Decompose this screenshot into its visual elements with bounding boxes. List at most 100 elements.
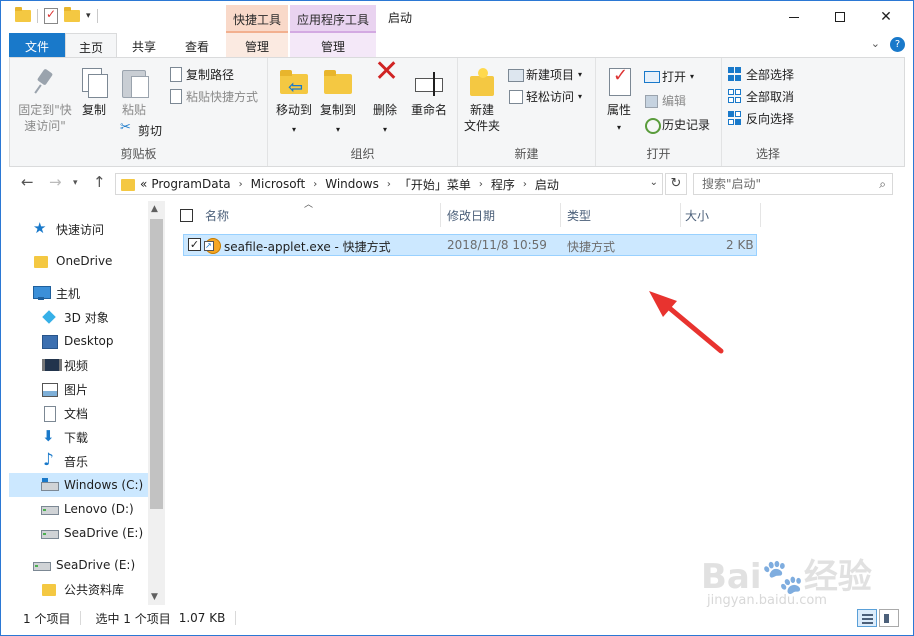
refresh-button[interactable]: ↻ [665,173,687,195]
rename-button[interactable]: 重命名 [408,66,450,118]
nav-item-documents[interactable]: 文档 [41,401,88,425]
scroll-down-icon[interactable]: ▼ [151,592,158,602]
scrollbar-thumb[interactable] [150,219,163,509]
recent-locations-icon[interactable]: ▾ [73,178,78,188]
scroll-up-icon[interactable]: ▲ [151,204,158,214]
breadcrumb-microsoft[interactable]: Microsoft [251,177,306,191]
nav-item-drive-c[interactable]: Windows (C:) [9,473,148,497]
nav-item-this-pc[interactable]: 主机 [33,281,80,305]
column-header-name[interactable]: 名称 [205,201,229,229]
column-header-date[interactable]: 修改日期 [447,201,495,229]
nav-item-drive-d[interactable]: Lenovo (D:) [41,497,134,521]
nav-item-seadrive[interactable]: SeaDrive (E:) [33,553,135,577]
nav-item-3d-objects[interactable]: 3D 对象 [41,305,109,329]
invert-selection-button[interactable]: 反向选择 [728,108,794,128]
nav-item-videos[interactable]: 视频 [41,353,88,377]
chevron-down-icon: ▾ [578,69,583,79]
maximize-button[interactable] [817,1,863,33]
nav-item-music[interactable]: 音乐 [41,449,88,473]
paste-button[interactable]: 粘贴 [116,66,152,118]
up-arrow-icon[interactable]: ↑ [93,173,106,191]
history-button[interactable]: 历史记录 [644,114,710,134]
nav-item-quick-access[interactable]: 快速访问 [33,217,104,241]
chevron-right-icon[interactable]: › [235,179,247,190]
new-folder-icon [466,66,498,98]
select-all-checkbox[interactable] [180,209,193,222]
search-placeholder: 搜索"启动" [702,177,762,191]
nav-scrollbar[interactable]: ▲ ▼ [148,201,165,605]
copy-to-label: 复制到 [319,103,356,117]
delete-label: 删除 [372,103,397,117]
nav-label: 主机 [56,286,81,301]
move-to-button[interactable]: ⇦ 移动到 ▾ [274,66,314,138]
breadcrumb-startup[interactable]: 启动 [535,176,559,193]
tab-manage-shortcut[interactable]: 管理 [226,33,288,57]
nav-item-downloads[interactable]: 下载 [41,425,88,449]
table-row[interactable]: ✓ seafile-applet.exe - 快捷方式 2018/11/8 10… [183,234,757,256]
select-none-button[interactable]: 全部取消 [728,86,794,106]
chevron-down-icon[interactable]: ▾ [86,11,91,21]
copy-to-button[interactable]: 复制到 ▾ [318,66,358,138]
chevron-right-icon[interactable]: › [309,179,321,190]
easy-access-button[interactable]: 轻松访问 ▾ [508,86,582,106]
minimize-button[interactable] [771,1,817,33]
cut-button[interactable]: 剪切 [120,120,162,140]
breadcrumb-programs[interactable]: 程序 [491,176,515,193]
delete-button[interactable]: 删除 ▾ [370,64,400,138]
tab-file[interactable]: 文件 [9,33,65,57]
column-divider[interactable] [560,203,561,227]
tab-manage-application[interactable]: 管理 [290,33,376,57]
nav-item-onedrive[interactable]: OneDrive [33,249,112,273]
column-divider[interactable] [680,203,681,227]
properties-icon[interactable] [44,7,58,24]
chevron-right-icon[interactable]: › [383,179,395,190]
folder-icon[interactable] [15,7,31,22]
chevron-right-icon[interactable]: › [519,179,531,190]
column-header-type[interactable]: 类型 [567,201,591,229]
tab-home[interactable]: 主页 [65,33,117,57]
pin-quick-access-button[interactable]: 固定到"快 速访问" [16,66,74,134]
close-button[interactable]: ✕ [863,1,909,33]
breadcrumb-programdata[interactable]: ProgramData [151,177,230,191]
chevron-down-icon[interactable]: ⌄ [650,177,658,188]
help-icon[interactable]: ? [890,37,905,52]
tab-share[interactable]: 共享 [119,33,169,57]
sort-ascending-icon: ︿ [304,200,314,210]
breadcrumb-windows[interactable]: Windows [325,177,379,191]
copy-path-button[interactable]: 复制路径 [168,64,234,84]
row-checkbox[interactable]: ✓ [188,238,201,251]
nav-item-drive-e[interactable]: SeaDrive (E:) [41,521,143,545]
forward-arrow-icon[interactable]: → [49,173,62,191]
new-folder-icon[interactable] [64,7,80,22]
open-button[interactable]: 打开 ▾ [644,66,694,86]
cube-icon [41,310,57,324]
chevron-right-icon[interactable]: › [475,179,487,190]
nav-label: 下载 [64,430,89,445]
select-group: 全部选择 全部取消 反向选择 选择 [722,58,814,166]
back-arrow-icon[interactable]: ← [21,173,34,191]
nav-item-desktop[interactable]: Desktop [41,329,114,353]
column-divider[interactable] [440,203,441,227]
nav-item-public-library[interactable]: 公共资料库 [41,577,124,601]
expand-ribbon-icon[interactable]: ⌄ [871,37,880,52]
large-icons-view-button[interactable] [879,609,899,627]
tab-view[interactable]: 查看 [171,33,223,57]
new-folder-button[interactable]: 新建 文件夹 [462,66,502,134]
properties-button[interactable]: 属性 ▾ [600,66,638,136]
nav-item-pictures[interactable]: 图片 [41,377,88,401]
breadcrumb-start-menu[interactable]: 「开始」菜单 [399,176,471,193]
column-divider[interactable] [760,203,761,227]
select-all-icon [728,67,742,81]
address-bar[interactable]: « ProgramData › Microsoft › Windows › 「开始」菜… [115,173,663,195]
search-input[interactable]: 搜索"启动" ⌕ [693,173,893,195]
nav-label: 视频 [64,358,89,373]
edit-button[interactable]: 编辑 [644,90,686,110]
details-view-button[interactable] [857,609,877,627]
select-all-button[interactable]: 全部选择 [728,64,794,84]
copy-button[interactable]: 复制 [76,66,112,118]
address-overflow[interactable]: « [140,177,147,191]
nav-label: 图片 [64,382,89,397]
column-header-size[interactable]: 大小 [685,201,709,229]
paste-shortcut-button[interactable]: 粘贴快捷方式 [168,86,258,106]
new-item-button[interactable]: 新建项目 ▾ [508,64,582,84]
